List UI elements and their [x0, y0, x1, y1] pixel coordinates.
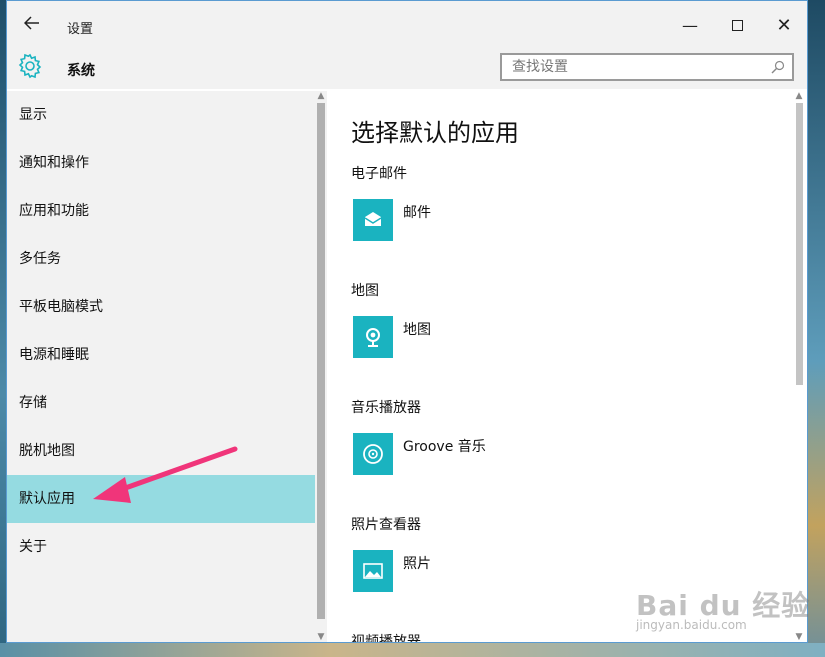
scroll-down-icon[interactable]: ▼ — [316, 632, 326, 642]
settings-header: 系统 — [7, 49, 807, 89]
category-label-video: 视频播放器 — [351, 634, 421, 643]
sidebar-item-about[interactable]: 关于 — [7, 523, 315, 571]
sidebar-item-storage[interactable]: 存储 — [7, 379, 315, 427]
content-scroll-thumb[interactable] — [796, 103, 803, 385]
maximize-icon — [731, 19, 743, 31]
search-icon[interactable] — [770, 59, 786, 75]
content-scrollbar[interactable]: ▲ ▼ — [793, 91, 805, 642]
category-label-music: 音乐播放器 — [351, 400, 421, 416]
music-disc-icon — [353, 433, 393, 475]
sidebar-item-multitasking[interactable]: 多任务 — [7, 235, 315, 283]
scroll-up-icon[interactable]: ▲ — [794, 91, 804, 101]
sidebar-item-power-sleep[interactable]: 电源和睡眠 — [7, 331, 315, 379]
section-title: 系统 — [67, 63, 95, 79]
map-pin-icon — [353, 316, 393, 358]
sidebar-scrollbar[interactable]: ▲ ▼ — [315, 91, 327, 642]
app-name: 邮件 — [403, 205, 431, 221]
sidebar-item-notifications[interactable]: 通知和操作 — [7, 139, 315, 187]
sidebar-item-tablet-mode[interactable]: 平板电脑模式 — [7, 283, 315, 331]
main-content: 选择默认的应用 电子邮件 邮件 地图 地图 音乐播放器 Groove 音乐 照片… — [327, 91, 807, 643]
page-title: 选择默认的应用 — [351, 119, 519, 147]
gear-icon — [17, 53, 43, 79]
scroll-up-icon[interactable]: ▲ — [316, 91, 326, 101]
app-name: 地图 — [403, 322, 431, 338]
sidebar-item-apps-features[interactable]: 应用和功能 — [7, 187, 315, 235]
back-button[interactable] — [21, 13, 43, 37]
photo-icon — [353, 550, 393, 592]
mail-icon — [353, 199, 393, 241]
arrow-left-icon — [23, 15, 40, 35]
sidebar: 显示 通知和操作 应用和功能 多任务 平板电脑模式 电源和睡眠 存储 脱机地图 … — [7, 91, 327, 642]
category-label-maps: 地图 — [351, 283, 379, 299]
sidebar-item-display[interactable]: 显示 — [7, 91, 315, 139]
app-name: 照片 — [403, 556, 431, 572]
search-box[interactable] — [500, 53, 794, 81]
app-name: Groove 音乐 — [403, 439, 486, 455]
close-button[interactable]: ✕ — [764, 11, 804, 41]
search-input[interactable] — [502, 55, 762, 79]
sidebar-item-default-apps[interactable]: 默认应用 — [7, 475, 315, 523]
scroll-down-icon[interactable]: ▼ — [794, 632, 804, 642]
maximize-button[interactable] — [717, 11, 757, 41]
minimize-button[interactable]: — — [670, 11, 710, 41]
category-label-photos: 照片查看器 — [351, 517, 421, 533]
category-label-email: 电子邮件 — [351, 166, 407, 182]
desktop-background — [0, 643, 825, 657]
desktop-background — [807, 0, 825, 657]
sidebar-scroll-thumb[interactable] — [317, 103, 325, 619]
window-title: 设置 — [67, 22, 94, 37]
settings-window: 设置 — ✕ 系统 显示 通知和操作 应用和功能 多任务 平板电脑模式 电源和睡… — [6, 0, 808, 643]
title-bar: 设置 — ✕ — [7, 1, 807, 49]
sidebar-item-offline-maps[interactable]: 脱机地图 — [7, 427, 315, 475]
